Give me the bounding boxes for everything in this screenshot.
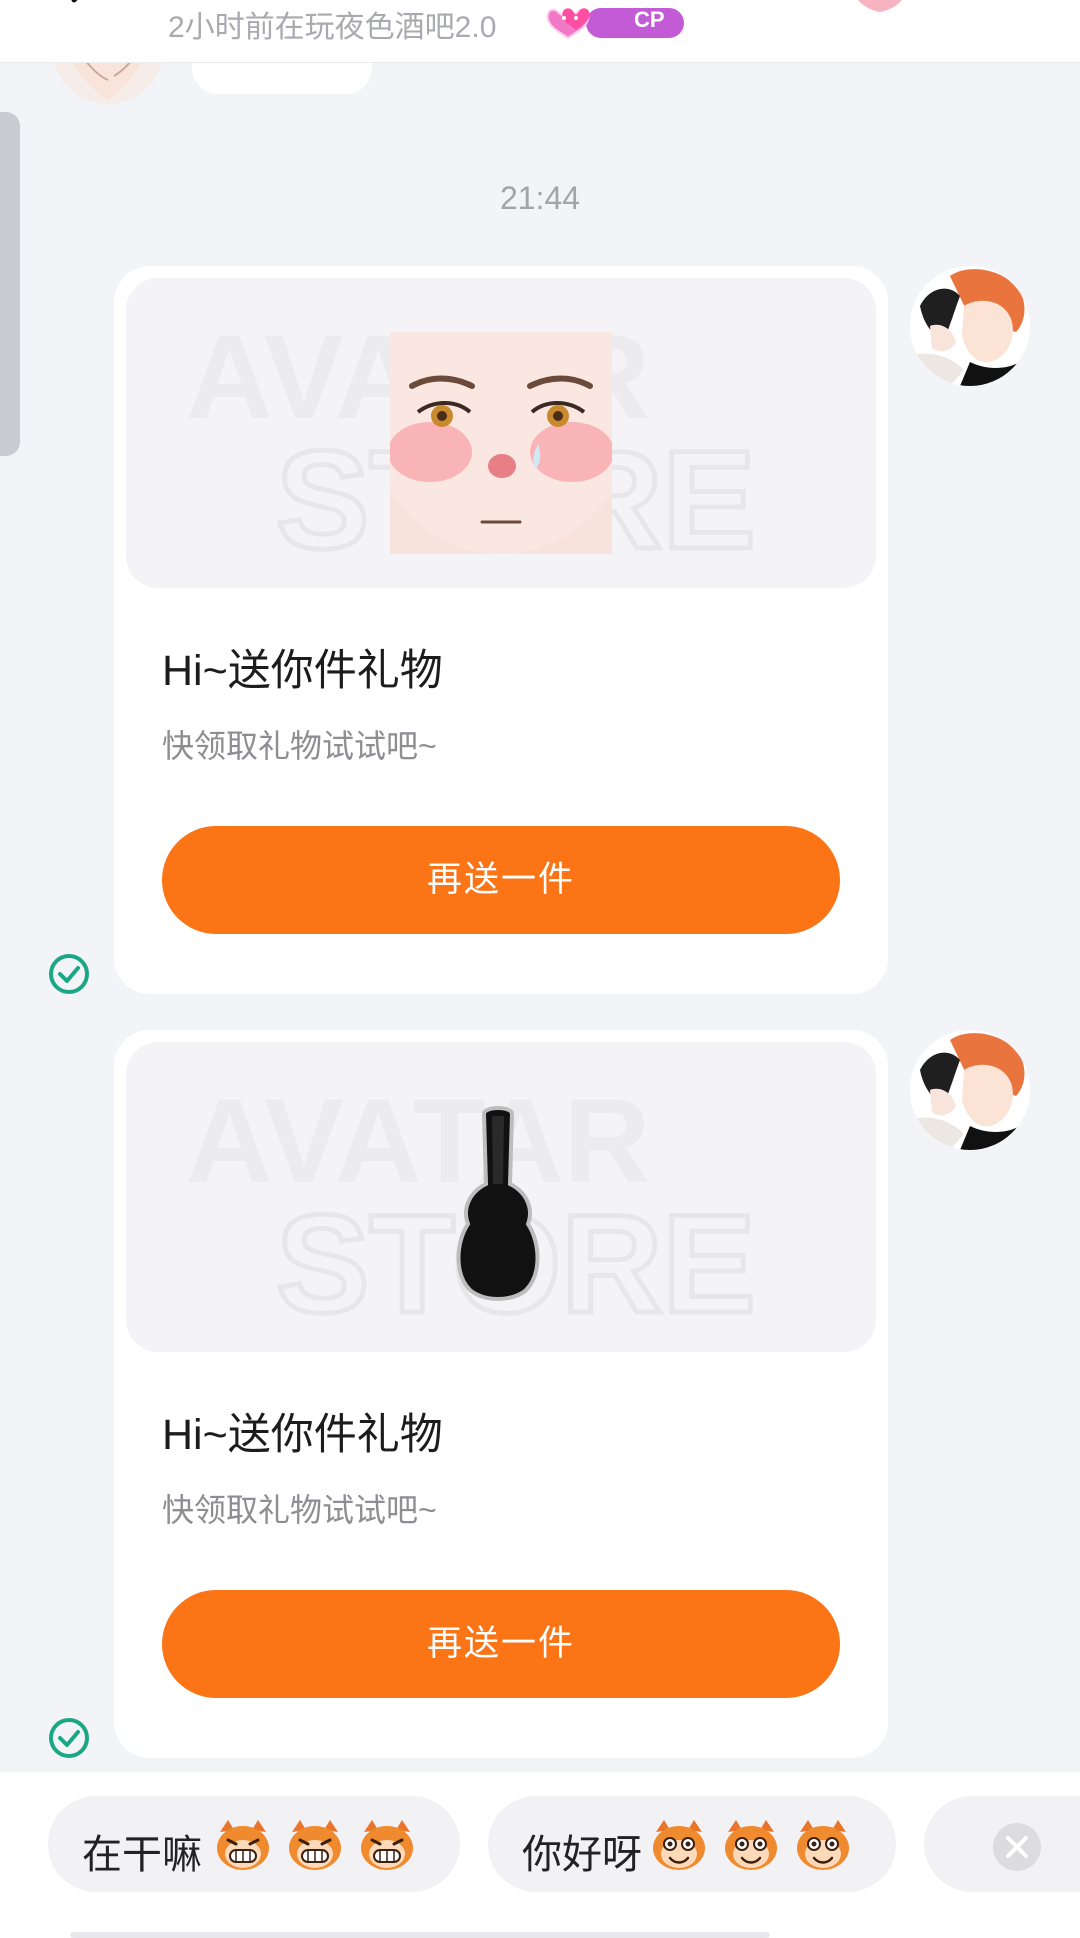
close-quick-replies-icon[interactable] <box>992 1822 1042 1872</box>
laughing-monkey-icon <box>361 1820 413 1870</box>
gift-card-subtitle: 快领取礼物试试吧~ <box>162 728 437 764</box>
laughing-monkey-icon <box>217 1820 269 1870</box>
sent-check-icon <box>49 1718 89 1758</box>
guitar-case-gift-icon <box>456 1106 540 1301</box>
gift-card-title: Hi~送你件礼物 <box>162 1411 443 1459</box>
quick-reply-chip[interactable]: 在干嘛 <box>48 1796 460 1892</box>
heart-decoration-icon <box>858 0 902 12</box>
quick-reply-chip[interactable]: 你好呀 <box>488 1796 896 1892</box>
gift-card-subtitle: 快领取礼物试试吧~ <box>162 1492 437 1528</box>
smiling-monkey-icon <box>725 1820 777 1870</box>
avatar-illustration-icon <box>910 1030 1030 1150</box>
scroll-handle[interactable] <box>0 112 20 456</box>
chat-header: 2小时前在玩夜色酒吧2.0 CP <box>0 0 1080 63</box>
gift-image-area[interactable]: AVATAR STORE <box>126 278 876 588</box>
smiling-monkey-icon <box>797 1820 849 1870</box>
laughing-monkey-icon <box>289 1820 341 1870</box>
gift-message-card[interactable]: AVATAR STORE Hi~送你件礼物 快领取礼物试试吧~ 再送一件 <box>114 1030 888 1758</box>
avatar-illustration-icon <box>910 266 1030 386</box>
gift-message-card[interactable]: AVATAR STORE Hi~送你件礼物 快领取礼物试试吧~ 再送一件 <box>114 266 888 994</box>
cp-badge-label: CP <box>634 7 665 32</box>
message-timestamp: 21:44 <box>499 180 581 216</box>
gift-card-title: Hi~送你件礼物 <box>162 647 443 695</box>
gift-image-area[interactable]: AVATAR STORE <box>126 1042 876 1352</box>
quick-reply-bar: 在干嘛 你好呀 <box>0 1772 1080 1938</box>
sent-check-icon <box>49 954 89 994</box>
input-bar-edge <box>70 1932 770 1938</box>
quick-reply-label: 你好呀 <box>522 1833 642 1877</box>
send-another-button[interactable]: 再送一件 <box>162 1590 840 1698</box>
smiling-monkey-icon <box>653 1820 705 1870</box>
cp-badge-icon[interactable] <box>546 2 686 42</box>
online-status-text: 2小时前在玩夜色酒吧2.0 <box>168 11 497 44</box>
user-avatar[interactable] <box>910 1030 1030 1150</box>
send-another-button[interactable]: 再送一件 <box>162 826 840 934</box>
quick-reply-label: 在干嘛 <box>82 1833 202 1877</box>
back-arrow-icon[interactable] <box>60 0 100 20</box>
face-blush-gift-icon <box>390 332 612 554</box>
user-avatar[interactable] <box>910 266 1030 386</box>
